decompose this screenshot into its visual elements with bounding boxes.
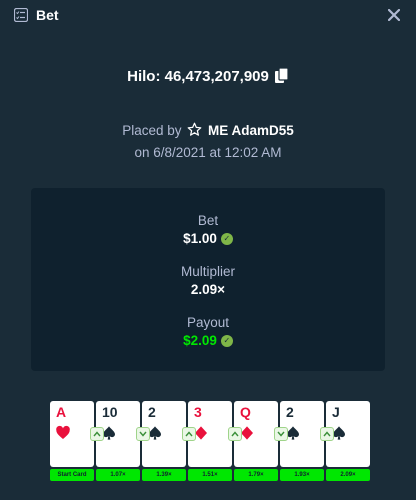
card-rank: 10 bbox=[102, 404, 118, 420]
bet-stat: Bet $1.00 ✓ bbox=[31, 212, 385, 248]
card-rank: 2 bbox=[148, 404, 156, 420]
playing-card: A bbox=[50, 401, 94, 467]
card-multiplier: 1.07× bbox=[96, 469, 140, 481]
card-slot: A Start Card bbox=[50, 401, 94, 481]
hearts-icon bbox=[55, 425, 71, 441]
currency-icon: ✓ bbox=[220, 233, 233, 245]
card-rank: Q bbox=[240, 404, 251, 420]
card-multiplier: 1.93× bbox=[280, 469, 324, 481]
higher-arrow-icon bbox=[320, 427, 334, 441]
multiplier-value: 2.09× bbox=[190, 282, 226, 297]
playing-card: 2 bbox=[136, 401, 186, 467]
card-slot: 3 1.51× bbox=[182, 401, 232, 481]
card-rank: A bbox=[56, 404, 67, 420]
bet-value: $1.00 bbox=[183, 231, 217, 246]
card-multiplier: 1.51× bbox=[188, 469, 232, 481]
payout-value-row: $2.09 ✓ bbox=[183, 332, 233, 350]
playing-card: 2 bbox=[274, 401, 324, 467]
higher-arrow-icon bbox=[228, 427, 242, 441]
card-slot: Q 1.79× bbox=[228, 401, 278, 481]
card-multiplier: 1.39× bbox=[142, 469, 186, 481]
copy-icon[interactable] bbox=[274, 68, 289, 84]
star-icon bbox=[187, 122, 202, 137]
card-multiplier: 2.09× bbox=[326, 469, 370, 481]
card-multiplier: 1.79× bbox=[234, 469, 278, 481]
card-slot: 2 1.39× bbox=[136, 401, 186, 481]
lower-arrow-icon bbox=[136, 427, 150, 441]
payout-stat: Payout $2.09 ✓ bbox=[31, 314, 385, 350]
username-link[interactable]: ME AdamD55 bbox=[208, 123, 294, 138]
card-rank: J bbox=[332, 404, 340, 420]
payout-label: Payout bbox=[186, 315, 230, 330]
modal-title: Bet bbox=[36, 7, 59, 23]
higher-arrow-icon bbox=[182, 427, 196, 441]
currency-icon: ✓ bbox=[220, 335, 233, 347]
multiplier-stat: Multiplier 2.09× bbox=[31, 263, 385, 299]
multiplier-label: Multiplier bbox=[180, 264, 235, 279]
playing-card: 10 bbox=[90, 401, 140, 467]
card-history: A Start Card 10 1.07× 2 1.39× 3 1.51× Q bbox=[50, 401, 370, 483]
card-multiplier: Start Card bbox=[50, 469, 94, 481]
card-rank: 2 bbox=[286, 404, 294, 420]
card-slot: 10 1.07× bbox=[90, 401, 140, 481]
payout-value: $2.09 bbox=[183, 333, 217, 348]
playing-card: J bbox=[320, 401, 370, 467]
bet-summary-panel: Bet $1.00 ✓ Multiplier 2.09× Payout $2.0… bbox=[31, 188, 385, 371]
bet-value-row: $1.00 ✓ bbox=[183, 230, 233, 248]
card-slot: 2 1.93× bbox=[274, 401, 324, 481]
lower-arrow-icon bbox=[274, 427, 288, 441]
bet-label: Bet bbox=[197, 213, 219, 228]
placed-info: Placed by ME AdamD55 on 6/8/2021 at 12:0… bbox=[0, 120, 416, 164]
card-slot: J 2.09× bbox=[320, 401, 370, 481]
playing-card: 3 bbox=[182, 401, 232, 467]
playing-card: Q bbox=[228, 401, 278, 467]
game-id-text: Hilo: 46,473,207,909 bbox=[127, 67, 269, 85]
placed-date: on 6/8/2021 at 12:02 AM bbox=[134, 145, 282, 160]
modal-header: Bet bbox=[0, 0, 416, 30]
bet-list-icon bbox=[14, 8, 28, 22]
placed-by-label: Placed by bbox=[122, 123, 182, 138]
game-id: Hilo: 46,473,207,909 bbox=[0, 66, 416, 86]
card-rank: 3 bbox=[194, 404, 202, 420]
close-icon[interactable] bbox=[386, 7, 402, 23]
higher-arrow-icon bbox=[90, 427, 104, 441]
